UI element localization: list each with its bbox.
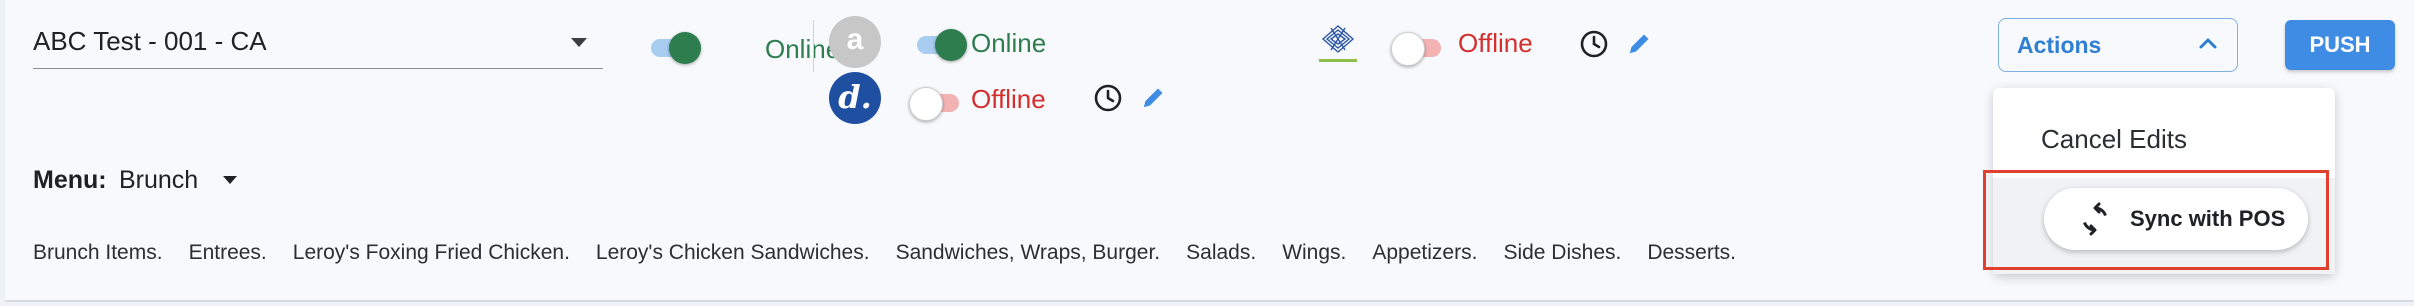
category-item[interactable]: Sandwiches, Wraps, Burger.	[896, 241, 1161, 265]
category-item[interactable]: Entrees.	[189, 241, 267, 265]
channel-2-toggle[interactable]	[917, 29, 967, 61]
channel-4-toggle[interactable]	[1391, 32, 1441, 66]
menu-select-value[interactable]: Brunch	[119, 166, 198, 195]
channel-3-toggle[interactable]	[909, 87, 959, 121]
channel-3-avatar: d.	[829, 72, 881, 124]
channel-3-pencil-icon[interactable]	[1137, 82, 1169, 114]
category-item[interactable]: Leroy's Foxing Fried Chicken.	[293, 241, 570, 265]
divider	[813, 20, 814, 72]
category-item[interactable]: Side Dishes.	[1503, 241, 1621, 265]
actions-label: Actions	[2017, 32, 2102, 58]
cancel-edits-label: Cancel Edits	[2041, 124, 2187, 154]
category-list: Brunch Items. Entrees. Leroy's Foxing Fr…	[33, 241, 1762, 265]
channel-4-status: Offline	[1458, 28, 1533, 58]
category-item[interactable]: Brunch Items.	[33, 241, 163, 265]
category-item[interactable]: Salads.	[1186, 241, 1256, 265]
location-select[interactable]: ABC Test - 001 - CA	[33, 20, 603, 69]
actions-button[interactable]: Actions	[1998, 18, 2238, 72]
menu-label: Menu:	[33, 166, 107, 194]
category-item[interactable]: Leroy's Chicken Sandwiches.	[596, 241, 870, 265]
caret-down-icon	[571, 38, 587, 47]
channel-1-toggle[interactable]	[651, 32, 701, 64]
channel-3-clock-icon[interactable]	[1092, 82, 1124, 114]
channel-4-logo	[1319, 25, 1357, 62]
location-select-value: ABC Test - 001 - CA	[33, 26, 267, 56]
push-button[interactable]: PUSH	[2285, 20, 2395, 70]
category-item[interactable]: Wings.	[1282, 241, 1346, 265]
chevron-up-icon	[2199, 38, 2217, 49]
channel-2-status: Online	[971, 28, 1047, 58]
menu-caret-down-icon[interactable]	[223, 176, 237, 184]
channel-4-pencil-icon[interactable]	[1623, 28, 1655, 60]
channel-2-avatar: a	[829, 16, 881, 68]
channel-3-status: Offline	[971, 84, 1046, 114]
category-item[interactable]: Desserts.	[1647, 241, 1736, 265]
channel-4-clock-icon[interactable]	[1578, 28, 1610, 60]
menu-item-cancel-edits[interactable]: Cancel Edits	[1993, 88, 2335, 178]
category-item[interactable]: Appetizers.	[1372, 241, 1477, 265]
highlight-box	[1983, 170, 2329, 270]
